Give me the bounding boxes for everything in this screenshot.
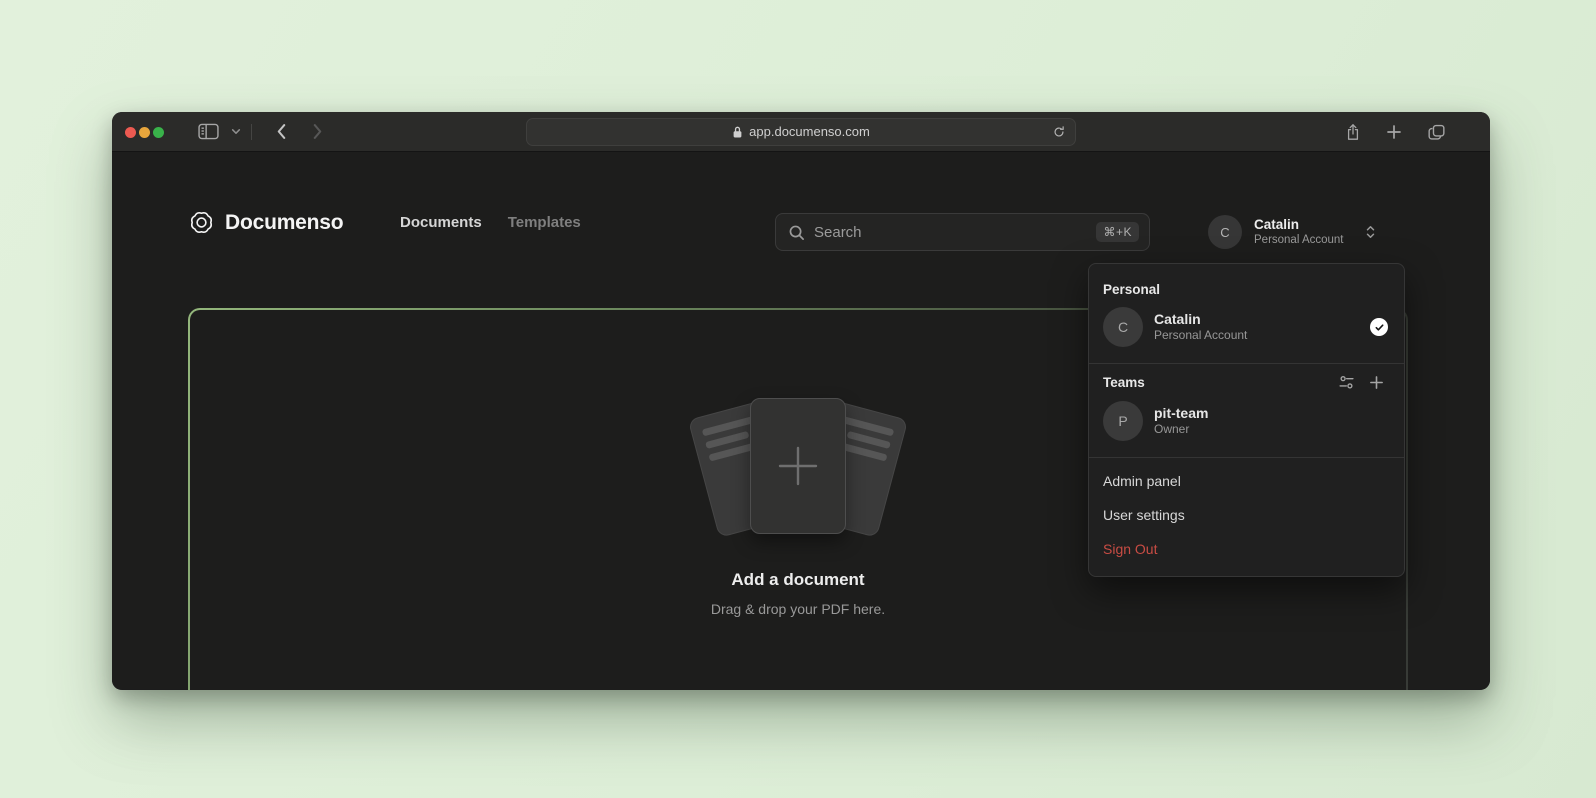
- plus-icon: [1386, 124, 1402, 140]
- dropzone-title: Add a document: [731, 570, 864, 590]
- forward-button[interactable]: [310, 121, 325, 142]
- teams-label-text: Teams: [1103, 375, 1145, 390]
- forward-icon: [312, 123, 323, 140]
- personal-name: Catalin: [1154, 311, 1359, 328]
- sidebar-icon: [198, 123, 219, 140]
- app-content: Documenso Documents Templates ⌘+K C Cata…: [112, 152, 1490, 689]
- brand[interactable]: Documenso: [188, 209, 343, 236]
- menu-item-team-pit-team[interactable]: P pit-team Owner: [1089, 399, 1404, 457]
- document-card-center: [750, 398, 846, 534]
- back-icon: [276, 123, 287, 140]
- documenso-logo-icon: [188, 209, 215, 236]
- browser-window: app.documenso.com: [112, 112, 1490, 690]
- create-team-button[interactable]: [1369, 375, 1384, 390]
- menu-item-sign-out[interactable]: Sign Out: [1089, 532, 1404, 566]
- personal-subtitle: Personal Account: [1154, 328, 1359, 343]
- add-plus-icon: [775, 443, 821, 489]
- personal-section-label: Personal: [1089, 272, 1404, 305]
- sidebar-toggle-button[interactable]: [196, 121, 221, 142]
- team-role: Owner: [1154, 422, 1390, 437]
- teams-section-label: Teams: [1089, 364, 1404, 399]
- zoom-button[interactable]: [153, 127, 164, 138]
- personal-avatar: C: [1103, 307, 1143, 347]
- dropzone-subtitle: Drag & drop your PDF here.: [711, 601, 885, 617]
- account-menu-trigger[interactable]: C Catalin Personal Account: [1208, 215, 1377, 249]
- tabs-icon: [1427, 123, 1446, 141]
- minimize-button[interactable]: [139, 127, 150, 138]
- share-button[interactable]: [1343, 120, 1363, 144]
- sidebar-chevron-button[interactable]: [229, 126, 243, 137]
- account-dropdown-menu: Personal C Catalin Personal Account Team…: [1088, 263, 1405, 577]
- lock-icon: [732, 125, 743, 139]
- search-input[interactable]: [814, 224, 1087, 241]
- menu-item-admin-panel[interactable]: Admin panel: [1089, 464, 1404, 498]
- menu-item-user-settings[interactable]: User settings: [1089, 498, 1404, 532]
- account-name: Catalin: [1254, 217, 1344, 233]
- team-avatar: P: [1103, 401, 1143, 441]
- address-bar[interactable]: app.documenso.com: [526, 118, 1076, 146]
- close-button[interactable]: [125, 127, 136, 138]
- tab-overview-button[interactable]: [1425, 121, 1448, 143]
- chevrons-up-down-icon: [1364, 223, 1377, 241]
- browser-chrome: app.documenso.com: [112, 112, 1490, 152]
- url-text: app.documenso.com: [749, 124, 870, 139]
- manage-teams-button[interactable]: [1338, 374, 1355, 391]
- new-tab-button[interactable]: [1384, 122, 1404, 142]
- search-icon: [788, 224, 805, 241]
- nav-templates[interactable]: Templates: [508, 214, 581, 231]
- brand-name: Documenso: [225, 211, 343, 235]
- back-button[interactable]: [274, 121, 289, 142]
- account-subtitle: Personal Account: [1254, 233, 1344, 247]
- chrome-divider: [251, 124, 252, 140]
- selected-check-icon: [1370, 318, 1388, 336]
- nav-documents[interactable]: Documents: [400, 214, 482, 231]
- search-shortcut-badge: ⌘+K: [1096, 222, 1139, 242]
- search-bar[interactable]: ⌘+K: [775, 213, 1150, 251]
- team-name: pit-team: [1154, 405, 1390, 422]
- menu-item-personal-account[interactable]: C Catalin Personal Account: [1089, 305, 1404, 363]
- share-icon: [1345, 122, 1361, 142]
- document-stack-illustration: [688, 398, 908, 548]
- account-avatar: C: [1208, 215, 1242, 249]
- reload-button[interactable]: [1052, 125, 1066, 139]
- main-nav: Documents Templates: [400, 214, 581, 231]
- window-controls: [125, 112, 164, 152]
- chevron-down-icon: [231, 128, 241, 135]
